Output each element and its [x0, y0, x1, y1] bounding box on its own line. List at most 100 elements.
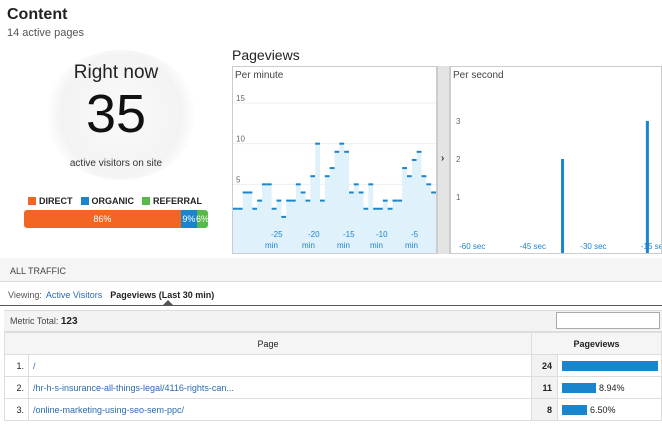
page-link[interactable]: /hr-h-s-insurance-all-things-legal/4116-…: [28, 376, 532, 399]
area-column: [257, 200, 262, 253]
table-search-input[interactable]: [556, 312, 660, 329]
legend-organic: ORGANIC: [80, 196, 134, 206]
pageview-bar-cell: 8.94%: [557, 376, 662, 399]
table-row: 2. /hr-h-s-insurance-all-things-legal/41…: [4, 376, 662, 399]
area-column: [421, 176, 427, 253]
area-column: [397, 200, 403, 253]
legend-swatch-referral: [142, 197, 150, 205]
pageview-bar: [562, 360, 658, 371]
per-second-chart: Per second 3 2 1 -60 sec -45 sec -30 sec -15 s…: [450, 66, 662, 254]
area-column: [387, 208, 393, 253]
chart-expand-toggle[interactable]: ›: [437, 66, 450, 254]
x-tick-label: -45 sec: [520, 242, 546, 251]
segment-direct: 86%: [24, 210, 181, 228]
area-column: [358, 192, 364, 253]
pageview-percent: 6.50%: [590, 404, 616, 415]
pageview-count: 24: [531, 354, 558, 377]
x-tick-label: -15: [343, 230, 355, 239]
legend-direct: DIRECT: [28, 196, 73, 206]
legend-swatch-direct: [28, 197, 36, 205]
area-column: [411, 159, 417, 253]
pageview-bar: [562, 404, 587, 415]
area-column: [382, 200, 388, 253]
x-tick-unit: min: [337, 241, 350, 250]
all-traffic-header: ALL TRAFFIC: [0, 258, 662, 282]
x-tick-unit: min: [265, 241, 278, 250]
y-tick-label: 15: [236, 94, 245, 103]
area-column: [329, 168, 335, 253]
area-column: [295, 184, 301, 253]
y-tick-label: 1: [456, 193, 461, 202]
pageview-bar: [562, 382, 596, 393]
pages-table: Page Pageviews 1. / 24 2. /hr-h-s-insura…: [4, 332, 662, 421]
segment-referral: 6%: [196, 210, 208, 228]
y-tick-label: 10: [236, 135, 245, 144]
chevron-right-icon: ›: [441, 153, 445, 164]
area-column: [426, 184, 432, 253]
x-tick-label: -15 sec: [641, 242, 661, 251]
metric-total-value: 123: [60, 316, 78, 327]
area-column: [233, 208, 238, 253]
y-tick-label: 3: [456, 117, 461, 126]
pageview-percent: 8.94%: [599, 382, 625, 393]
pageviews-tab[interactable]: Pageviews (Last 30 min): [110, 290, 214, 300]
x-tick-unit: min: [370, 241, 383, 250]
area-column: [353, 184, 359, 253]
column-header-pageviews[interactable]: Pageviews: [531, 332, 662, 355]
x-tick-label: -20: [308, 230, 320, 239]
pageview-bar-cell: 6.50%: [557, 398, 662, 421]
x-tick-unit: min: [302, 241, 315, 250]
active-visitors-tab[interactable]: Active Visitors: [46, 290, 102, 300]
active-pages-count: 14 active pages: [7, 27, 85, 39]
active-visitors-count: 35: [85, 84, 147, 144]
pageview-count: 11: [531, 376, 558, 399]
area-column: [392, 200, 398, 253]
y-tick-label: 5: [236, 175, 241, 184]
per-minute-chart: Per minute 15 10 5 -25 min -20 min -15 min -10 min…: [232, 66, 437, 254]
per-minute-plot: 15 10 5 -25 min -20 min -15 min -10 min -5 min: [233, 94, 436, 253]
table-row: 3. /online-marketing-using-seo-sem-ppc/ …: [4, 398, 662, 421]
row-number: 3.: [4, 398, 29, 421]
x-tick-unit: min: [405, 241, 418, 250]
legend-referral: REFERRAL: [142, 196, 202, 206]
per-second-plot: 3 2 1 -60 sec -45 sec -30 sec -15 sec: [456, 117, 661, 253]
x-tick-label: -10: [376, 230, 388, 239]
area-column: [247, 192, 253, 253]
tab-underline: [0, 305, 662, 306]
area-column: [291, 200, 296, 253]
x-tick-label: -25: [271, 230, 283, 239]
row-number: 1.: [4, 354, 29, 377]
area-column: [334, 151, 340, 253]
pageview-count: 8: [531, 398, 558, 421]
x-tick-label: -60 sec: [459, 242, 485, 251]
y-tick-label: 2: [456, 155, 461, 164]
traffic-split-bar: 86% 9% 6%: [24, 210, 208, 228]
x-tick-label: -5: [411, 230, 419, 239]
table-header-row: Page Pageviews: [4, 332, 662, 355]
page-link[interactable]: /online-marketing-using-seo-sem-ppc/: [28, 398, 532, 421]
area-column: [320, 200, 325, 253]
pageview-bar-cell: [557, 354, 662, 377]
area-column: [431, 192, 436, 253]
right-now-label: Right now: [73, 62, 159, 83]
pageview-spike: [561, 159, 565, 253]
pageviews-title: Pageviews: [232, 47, 300, 63]
page-link[interactable]: /: [28, 354, 532, 377]
metric-total-label: Metric Total:: [10, 316, 59, 326]
column-header-page[interactable]: Page: [4, 332, 532, 355]
area-column: [242, 192, 248, 253]
page-title: Content: [7, 6, 68, 23]
pageview-spike: [645, 121, 649, 253]
traffic-legend: DIRECT ORGANIC REFERRAL: [28, 196, 202, 206]
active-visitors-caption: active visitors on site: [69, 158, 163, 169]
legend-swatch-organic: [80, 197, 89, 205]
x-tick-label: -30 sec: [580, 242, 606, 251]
viewing-switcher: Viewing: Active Visitors Pageviews (Last 3…: [8, 290, 214, 300]
area-column: [237, 208, 243, 253]
area-column: [286, 200, 291, 253]
segment-organic: 9%: [180, 210, 198, 228]
viewing-label: Viewing:: [8, 290, 42, 300]
table-row: 1. / 24: [4, 354, 662, 377]
row-number: 2.: [4, 376, 29, 399]
area-column: [324, 176, 330, 253]
